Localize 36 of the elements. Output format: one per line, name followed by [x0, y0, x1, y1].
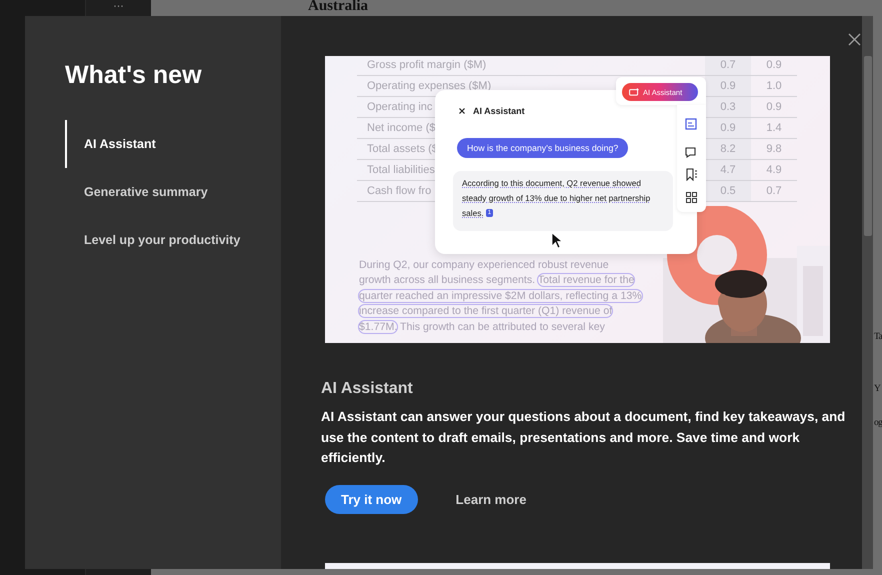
more-button[interactable]: ··· — [107, 0, 130, 14]
close-icon[interactable] — [459, 108, 465, 114]
document-icon[interactable] — [685, 117, 698, 130]
table-cell: 0.7 — [705, 56, 751, 76]
nav-tab[interactable]: Level up your productivity — [65, 216, 281, 264]
panel-title: AI Assistant — [473, 106, 525, 116]
bookmark-icon[interactable] — [685, 168, 698, 181]
table-cell: 0.5 — [705, 180, 751, 202]
table-cell: 0.9 — [705, 118, 751, 138]
table-cell: 0.9 — [705, 76, 751, 96]
try-button[interactable]: Try it now — [325, 484, 418, 514]
table-cell: 0.9 — [751, 56, 797, 76]
table-cell: 0.7 — [751, 180, 797, 202]
nav-tab[interactable]: Generative summary — [65, 168, 281, 216]
document-text: Y — [874, 384, 880, 394]
scrollbar[interactable] — [862, 16, 873, 569]
table-cell: 8.2 — [705, 138, 751, 160]
dialog-title: What's new — [65, 60, 203, 90]
document-text: Ta — [874, 332, 882, 342]
table-cell: 1.0 — [751, 76, 797, 96]
grid-icon[interactable] — [685, 191, 698, 204]
table-cell: 0.9 — [751, 96, 797, 118]
feature-heading: AI Assistant — [321, 379, 414, 399]
cursor-icon — [551, 232, 562, 249]
document-text: og — [874, 418, 882, 428]
table-cell: 9.8 — [751, 138, 797, 160]
feature-description: AI Assistant can answer your questions about a document, find key takeaways, and use the content to draft emails, presentations and more. Save time and work efficiently. — [321, 408, 846, 467]
table-cell: 4.7 — [705, 160, 751, 180]
question-bubble: How is the company's business doing? — [457, 138, 628, 158]
table-cell: 1.4 — [751, 118, 797, 138]
learn-more-link[interactable]: Learn more — [456, 492, 526, 506]
comment-icon[interactable] — [685, 146, 698, 159]
table-cell: Gross profit margin ($M) — [357, 56, 705, 76]
chat-icon — [629, 88, 640, 96]
table-cell: 4.9 — [751, 160, 797, 180]
table-cell: 0.3 — [705, 96, 751, 118]
